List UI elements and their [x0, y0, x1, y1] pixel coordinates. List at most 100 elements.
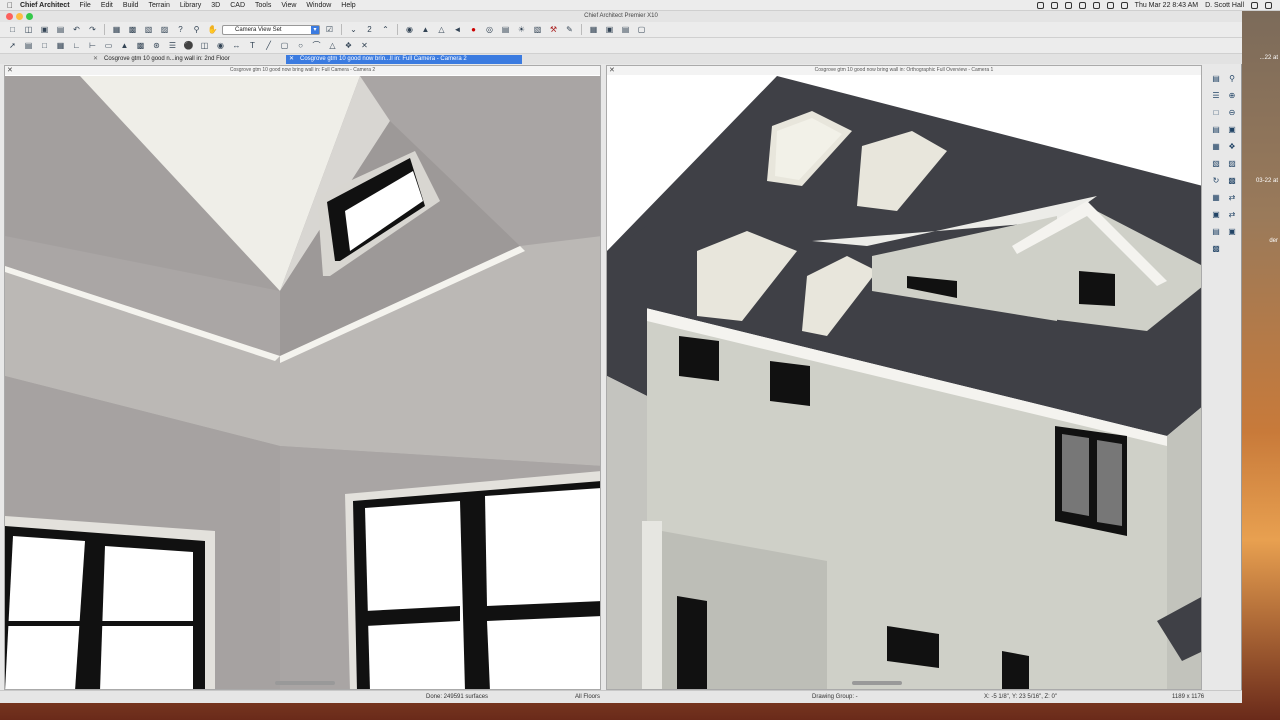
- material-icon[interactable]: ▤: [499, 24, 512, 36]
- notification-center-icon[interactable]: [1265, 2, 1272, 9]
- document-icon[interactable]: ▤: [1210, 124, 1222, 136]
- battery-icon[interactable]: [1120, 2, 1128, 9]
- menu-help[interactable]: Help: [341, 2, 355, 9]
- cloud-icon[interactable]: [1036, 2, 1044, 9]
- new-plan-icon[interactable]: □: [6, 24, 19, 36]
- plan-icon[interactable]: ▧: [142, 24, 155, 36]
- camera-icon[interactable]: ◉: [403, 24, 416, 36]
- options-icon[interactable]: ▩: [1210, 243, 1222, 255]
- refresh-icon[interactable]: ↻: [1210, 175, 1222, 187]
- apple-menu-icon[interactable]: : [0, 1, 20, 10]
- dropbox-icon[interactable]: [1050, 2, 1058, 9]
- wifi-icon[interactable]: [1092, 2, 1100, 9]
- find-icon[interactable]: ⚲: [190, 24, 203, 36]
- undo-icon[interactable]: ↶: [70, 24, 83, 36]
- fill-tool-icon[interactable]: ◉: [214, 40, 227, 52]
- desktop-file-label[interactable]: ...22 at: [1260, 55, 1278, 61]
- desktop-folder-label[interactable]: der: [1269, 238, 1278, 244]
- menu-window[interactable]: Window: [306, 2, 331, 9]
- select-objects-icon[interactable]: ▦: [110, 24, 123, 36]
- grid-icon[interactable]: ▦: [1210, 192, 1222, 204]
- user-name[interactable]: D. Scott Hall: [1205, 2, 1244, 9]
- room-tool-icon[interactable]: □: [38, 40, 51, 52]
- save-icon[interactable]: ▣: [38, 24, 51, 36]
- page-icon[interactable]: □: [1210, 107, 1222, 119]
- desktop-file-label[interactable]: 03-22 at: [1256, 178, 1278, 184]
- door-tool-icon[interactable]: ⊢: [86, 40, 99, 52]
- electrical-tool-icon[interactable]: ⊛: [150, 40, 163, 52]
- edit-view-set-icon[interactable]: ☑: [323, 24, 336, 36]
- terrain-tool-icon[interactable]: ⚫: [182, 40, 195, 52]
- time-machine-icon[interactable]: [1064, 2, 1072, 9]
- aerial-icon[interactable]: ▨: [1226, 158, 1238, 170]
- close-icon[interactable]: ✕: [93, 55, 98, 64]
- clock[interactable]: Thu Mar 22 8:43 AM: [1135, 2, 1198, 9]
- cabinet-tool-icon[interactable]: ▦: [54, 40, 67, 52]
- zoom-out-icon[interactable]: ⊖: [1226, 107, 1238, 119]
- plan-view-icon[interactable]: ▦: [1210, 141, 1222, 153]
- swap-icon[interactable]: ⇄: [1226, 209, 1238, 221]
- pointer-icon[interactable]: ➚: [6, 40, 19, 52]
- camera-view-pane[interactable]: Cosgrove gtm 10 good now bring wall in: …: [4, 65, 601, 690]
- close-icon[interactable]: ✕: [289, 55, 294, 64]
- snap-icon[interactable]: ▣: [1210, 209, 1222, 221]
- lock-icon[interactable]: ▤: [1210, 73, 1222, 85]
- paint-icon[interactable]: ✎: [563, 24, 576, 36]
- window-tool-icon[interactable]: ▭: [102, 40, 115, 52]
- overview-view-pane[interactable]: Cosgrove gtm 10 good now bring wall in: …: [606, 65, 1202, 690]
- stair-tool-icon[interactable]: ∟: [70, 40, 83, 52]
- section-icon[interactable]: ▧: [531, 24, 544, 36]
- library-tool-icon[interactable]: ◫: [198, 40, 211, 52]
- walkthrough-icon[interactable]: ◄: [451, 24, 464, 36]
- perspective-icon[interactable]: △: [435, 24, 448, 36]
- floor-number[interactable]: 2: [363, 24, 376, 36]
- zoom-in-icon[interactable]: ⊕: [1226, 90, 1238, 102]
- print-icon[interactable]: ▤: [54, 24, 67, 36]
- menu-file[interactable]: File: [80, 2, 91, 9]
- layer-icon[interactable]: ▩: [126, 24, 139, 36]
- window-close-all-icon[interactable]: ▢: [635, 24, 648, 36]
- settings-icon[interactable]: ⚒: [547, 24, 560, 36]
- window-arrange-icon[interactable]: ▤: [619, 24, 632, 36]
- view-set-dropdown[interactable]: Camera View Set ▾: [222, 24, 320, 35]
- window-tile-icon[interactable]: ▦: [587, 24, 600, 36]
- menu-edit[interactable]: Edit: [101, 2, 113, 9]
- display-icon[interactable]: ▤: [1210, 226, 1222, 238]
- spotlight-icon[interactable]: [1251, 2, 1258, 9]
- roof-tool-icon[interactable]: ▲: [118, 40, 131, 52]
- menu-terrain[interactable]: Terrain: [148, 2, 169, 9]
- close-icon[interactable]: ✕: [609, 66, 615, 74]
- tab-full-camera[interactable]: ✕ Cosgrove gtm 10 good now brin...ll in: …: [286, 55, 522, 64]
- floor-up-icon[interactable]: ⌃: [379, 24, 392, 36]
- cad-circle-icon[interactable]: ○: [294, 40, 307, 52]
- redo-icon[interactable]: ↷: [86, 24, 99, 36]
- undo-zoom-icon[interactable]: ▩: [1226, 175, 1238, 187]
- text-tool-icon[interactable]: T: [246, 40, 259, 52]
- transform-icon[interactable]: ❖: [342, 40, 355, 52]
- delete-icon[interactable]: ✕: [358, 40, 371, 52]
- help-icon[interactable]: ?: [174, 24, 187, 36]
- hand-icon[interactable]: ✋: [206, 24, 219, 36]
- floor-tool-icon[interactable]: ▩: [134, 40, 147, 52]
- dimension-tool-icon[interactable]: ↔: [230, 40, 243, 52]
- menu-tools[interactable]: Tools: [255, 2, 271, 9]
- render-icon[interactable]: ◎: [483, 24, 496, 36]
- cad-box-icon[interactable]: ▢: [278, 40, 291, 52]
- zoom-icon[interactable]: ⚲: [1226, 73, 1238, 85]
- overview-icon[interactable]: ▲: [419, 24, 432, 36]
- cad-arc-icon[interactable]: ⌒: [310, 40, 323, 52]
- wall-tool-icon[interactable]: ▤: [22, 40, 35, 52]
- bluetooth-icon[interactable]: [1078, 2, 1086, 9]
- menu-library[interactable]: Library: [180, 2, 201, 9]
- swap-icon[interactable]: ⇄: [1226, 192, 1238, 204]
- elevation-icon[interactable]: ▧: [1210, 158, 1222, 170]
- menu-3d[interactable]: 3D: [211, 2, 220, 9]
- floor-down-icon[interactable]: ⌄: [347, 24, 360, 36]
- layout-icon[interactable]: ▨: [158, 24, 171, 36]
- framing-tool-icon[interactable]: ☰: [166, 40, 179, 52]
- cad-polyline-icon[interactable]: △: [326, 40, 339, 52]
- menu-view[interactable]: View: [281, 2, 296, 9]
- screen-icon[interactable]: ▣: [1226, 226, 1238, 238]
- window-cascade-icon[interactable]: ▣: [603, 24, 616, 36]
- cad-line-icon[interactable]: ╱: [262, 40, 275, 52]
